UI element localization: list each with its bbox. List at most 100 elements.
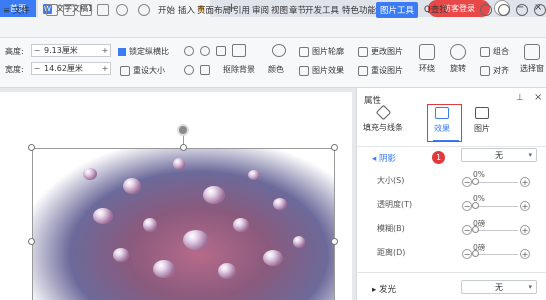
fill-bucket-icon xyxy=(375,104,391,121)
tab-fill-line[interactable]: 填充与线条 xyxy=(363,104,403,133)
resize-handle-left[interactable] xyxy=(28,238,35,245)
picture-outline-button[interactable]: 图片轮廓 xyxy=(299,46,344,57)
tab-picture[interactable]: 图片 xyxy=(474,107,490,134)
more-icon[interactable] xyxy=(534,4,546,16)
compress-icon[interactable] xyxy=(200,46,210,56)
shadow-preset-value: 无 xyxy=(495,150,503,160)
resize-handle-top-left[interactable] xyxy=(28,144,35,151)
menu-sections[interactable]: 章节 xyxy=(289,4,306,16)
transparency-label: 透明度(T) xyxy=(377,200,413,209)
selection-pane-button[interactable]: 选择窗 xyxy=(520,44,544,74)
glow-section-label: 发光 xyxy=(378,285,396,295)
transparency-slider[interactable] xyxy=(474,206,518,207)
distance-increment-button[interactable]: + xyxy=(520,249,530,259)
file-menu[interactable]: ≡ 文件 xyxy=(3,4,30,16)
menu-developer[interactable]: 开发工具 xyxy=(305,4,339,16)
save-icon[interactable] xyxy=(46,4,58,16)
group-label: 组合 xyxy=(493,47,509,56)
wrap-icon xyxy=(419,44,435,60)
size-label: 大小(S) xyxy=(377,176,405,185)
print-preview-icon[interactable] xyxy=(97,4,109,16)
selection-pane-label: 选择窗 xyxy=(520,64,544,73)
highlight-box xyxy=(427,104,462,142)
color-button[interactable]: 颜色 xyxy=(268,64,284,75)
picture-effects-button[interactable]: 图片效果 xyxy=(299,65,344,76)
panel-title: 属性 xyxy=(364,96,382,106)
menu-review[interactable]: 审阅 xyxy=(252,4,269,16)
group-button[interactable]: 组合 xyxy=(480,46,509,57)
crop-tools xyxy=(184,46,226,56)
print-icon[interactable] xyxy=(80,4,92,16)
change-picture-button[interactable]: 更改图片 xyxy=(358,46,403,57)
menu-picture-tools[interactable]: 图片工具 xyxy=(376,2,419,18)
blur-decrement-button[interactable]: − xyxy=(462,225,472,235)
redo-icon[interactable] xyxy=(138,4,150,16)
collaborate-icon[interactable] xyxy=(498,4,510,16)
adjust-icon[interactable] xyxy=(200,65,210,75)
pin-icon[interactable]: ⊥ xyxy=(516,93,524,103)
menu-features[interactable]: 特色功能 xyxy=(342,4,376,16)
height-field[interactable]: − 9.13厘米 + xyxy=(31,44,111,57)
undo-icon[interactable] xyxy=(116,4,128,16)
height-increment-button[interactable]: + xyxy=(100,46,110,55)
resize-handle-top[interactable] xyxy=(180,144,187,151)
transparency-decrement-button[interactable]: − xyxy=(462,201,472,211)
menu-view[interactable]: 视图 xyxy=(271,4,288,16)
search-button[interactable]: Q查找 xyxy=(424,3,448,15)
resize-handle-top-right[interactable] xyxy=(331,144,338,151)
crop-icon[interactable] xyxy=(184,46,194,56)
rotate-icon xyxy=(450,44,466,60)
menu-references[interactable]: 引用 xyxy=(233,4,250,16)
size-slider[interactable] xyxy=(474,182,518,183)
chevron-down-icon: ▾ xyxy=(528,151,532,159)
size-increment-button[interactable]: + xyxy=(520,177,530,187)
share-icon[interactable] xyxy=(516,4,528,16)
color-label: 颜色 xyxy=(268,65,284,74)
glow-section-header[interactable]: ▸ 发光 xyxy=(372,283,396,295)
align-button[interactable]: 对齐 xyxy=(480,65,509,76)
height-label: 高度: xyxy=(5,47,24,56)
rotate-button[interactable]: 旋转 xyxy=(450,44,466,74)
height-value[interactable]: 9.13厘米 xyxy=(42,45,100,56)
transparency-slider-knob[interactable] xyxy=(472,202,479,209)
expand-triangle-icon: ▸ xyxy=(372,285,377,295)
size-slider-knob[interactable] xyxy=(472,178,479,185)
color-icon[interactable] xyxy=(272,44,286,57)
reset-picture-button[interactable]: 重设图片 xyxy=(358,65,403,76)
cloud-sync-icon[interactable] xyxy=(480,4,492,16)
blur-slider[interactable] xyxy=(474,230,518,231)
lock-ratio-checkbox[interactable]: 锁定纵横比 xyxy=(118,46,169,57)
blur-label: 模糊(B) xyxy=(377,224,405,233)
menu-start[interactable]: 开始 xyxy=(158,4,175,16)
reset-size-button[interactable]: 重设大小 xyxy=(120,65,165,76)
width-field[interactable]: − 14.62厘米 + xyxy=(31,62,111,75)
distance-slider[interactable] xyxy=(474,254,518,255)
width-decrement-button[interactable]: − xyxy=(32,64,42,73)
size-value: 0% xyxy=(473,170,485,179)
shadow-section-header[interactable]: ◂ 阴影 xyxy=(372,152,396,164)
menu-insert[interactable]: 插入 xyxy=(178,4,195,16)
distance-decrement-button[interactable]: − xyxy=(462,249,472,259)
rotate-handle[interactable] xyxy=(177,124,189,136)
flip-icon[interactable] xyxy=(184,65,194,75)
width-value[interactable]: 14.62厘米 xyxy=(42,63,100,74)
clarify-icon[interactable] xyxy=(216,46,226,56)
change-picture-label: 更改图片 xyxy=(371,47,403,56)
picture-effects-label: 图片效果 xyxy=(312,66,344,75)
remove-background-button[interactable]: 抠除背景 xyxy=(223,64,255,75)
size-decrement-button[interactable]: − xyxy=(462,177,472,187)
reset-size-label: 重设大小 xyxy=(133,66,165,75)
width-increment-button[interactable]: + xyxy=(100,64,110,73)
shadow-preset-dropdown[interactable]: 无 ▾ xyxy=(461,148,537,162)
wrap-button[interactable]: 环绕 xyxy=(419,44,435,74)
remove-background-icon[interactable] xyxy=(232,44,246,57)
remove-background-label: 抠除背景 xyxy=(223,65,255,74)
panel-close-icon[interactable]: × xyxy=(534,92,542,103)
blur-increment-button[interactable]: + xyxy=(520,225,530,235)
height-decrement-button[interactable]: − xyxy=(32,46,42,55)
resize-handle-right[interactable] xyxy=(331,238,338,245)
transparency-increment-button[interactable]: + xyxy=(520,201,530,211)
glow-preset-dropdown[interactable]: 无 ▾ xyxy=(461,280,537,294)
menu-page-layout[interactable]: 页面布局 xyxy=(197,4,231,16)
export-pdf-icon[interactable] xyxy=(63,4,75,16)
